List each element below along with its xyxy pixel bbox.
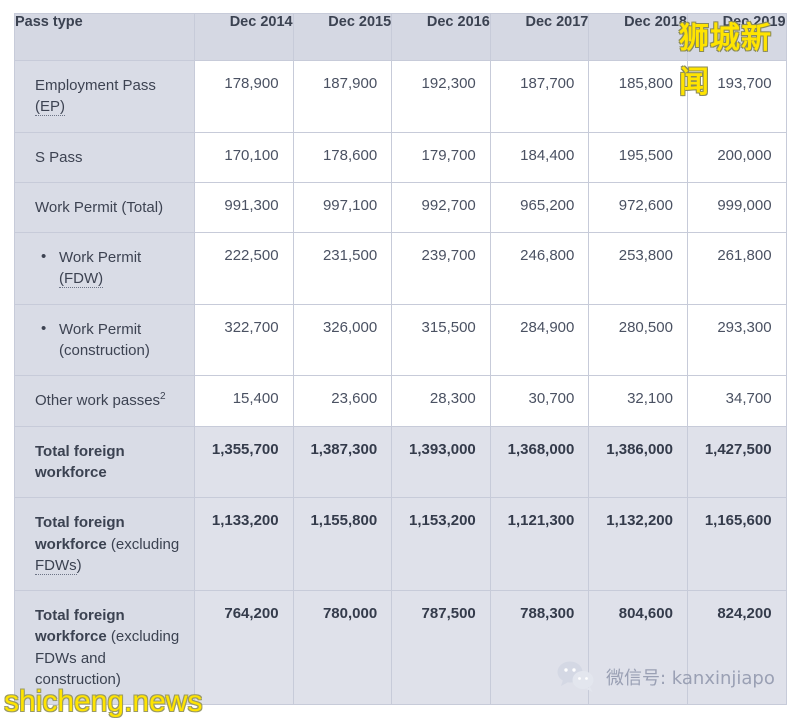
cell-value: 246,800 <box>490 233 589 305</box>
row-label: Total foreign workforce <box>15 426 195 498</box>
cell-value: 222,500 <box>195 233 294 305</box>
bullet-label: Work Permit (construction) <box>39 319 180 362</box>
table-body: Employment Pass (EP)178,900187,900192,30… <box>15 61 787 705</box>
cell-value: 253,800 <box>589 233 688 305</box>
cell-value: 999,000 <box>687 182 786 232</box>
cell-value: 997,100 <box>293 182 392 232</box>
row-label: Work Permit (FDW) <box>15 233 195 305</box>
cell-value: 170,100 <box>195 132 294 182</box>
row-label: S Pass <box>15 132 195 182</box>
cell-value: 804,600 <box>589 591 688 705</box>
column-header-y2019: Dec 2019 <box>687 14 786 61</box>
cell-value: 187,900 <box>293 61 392 133</box>
cell-value: 185,800 <box>589 61 688 133</box>
column-header-y2018: Dec 2018 <box>589 14 688 61</box>
cell-value: 200,000 <box>687 132 786 182</box>
column-header-y2015: Dec 2015 <box>293 14 392 61</box>
cell-value: 1,368,000 <box>490 426 589 498</box>
cell-value: 1,153,200 <box>392 498 491 591</box>
column-header-y2016: Dec 2016 <box>392 14 491 61</box>
cell-value: 1,121,300 <box>490 498 589 591</box>
cell-value: 764,200 <box>195 591 294 705</box>
row-label: Work Permit (Total) <box>15 182 195 232</box>
column-header-pass-type: Pass type <box>15 14 195 61</box>
cell-value: 326,000 <box>293 304 392 376</box>
cell-value: 1,387,300 <box>293 426 392 498</box>
cell-value: 1,155,800 <box>293 498 392 591</box>
row-label: Total foreign workforce (excluding FDWs) <box>15 498 195 591</box>
cell-value: 965,200 <box>490 182 589 232</box>
table-row: Total foreign workforce1,355,7001,387,30… <box>15 426 787 498</box>
cell-value: 1,393,000 <box>392 426 491 498</box>
cell-value: 280,500 <box>589 304 688 376</box>
table-row: Total foreign workforce (excluding FDWs)… <box>15 498 787 591</box>
bullet-label: Work Permit (FDW) <box>39 247 180 290</box>
row-label: Total foreign workforce (excluding FDWs … <box>15 591 195 705</box>
cell-value: 972,600 <box>589 182 688 232</box>
cell-value: 178,900 <box>195 61 294 133</box>
cell-value: 1,133,200 <box>195 498 294 591</box>
cell-value: 322,700 <box>195 304 294 376</box>
row-label: Other work passes2 <box>15 376 195 426</box>
cell-value: 178,600 <box>293 132 392 182</box>
cell-value: 23,600 <box>293 376 392 426</box>
table-header-row: Pass typeDec 2014Dec 2015Dec 2016Dec 201… <box>15 14 787 61</box>
cell-value: 1,165,600 <box>687 498 786 591</box>
cell-value: 1,427,500 <box>687 426 786 498</box>
column-header-y2017: Dec 2017 <box>490 14 589 61</box>
cell-value: 261,800 <box>687 233 786 305</box>
cell-value: 1,132,200 <box>589 498 688 591</box>
cell-value: 780,000 <box>293 591 392 705</box>
cell-value: 15,400 <box>195 376 294 426</box>
cell-value: 284,900 <box>490 304 589 376</box>
cell-value: 992,700 <box>392 182 491 232</box>
foreign-workforce-table-wrapper: Pass typeDec 2014Dec 2015Dec 2016Dec 201… <box>14 13 786 705</box>
cell-value: 193,700 <box>687 61 786 133</box>
cell-value: 787,500 <box>392 591 491 705</box>
cell-value: 32,100 <box>589 376 688 426</box>
row-label: Employment Pass (EP) <box>15 61 195 133</box>
cell-value: 991,300 <box>195 182 294 232</box>
cell-value: 30,700 <box>490 376 589 426</box>
cell-value: 824,200 <box>687 591 786 705</box>
cell-value: 293,300 <box>687 304 786 376</box>
cell-value: 187,700 <box>490 61 589 133</box>
cell-value: 34,700 <box>687 376 786 426</box>
cell-value: 179,700 <box>392 132 491 182</box>
cell-value: 28,300 <box>392 376 491 426</box>
cell-value: 788,300 <box>490 591 589 705</box>
cell-value: 239,700 <box>392 233 491 305</box>
table-row: Employment Pass (EP)178,900187,900192,30… <box>15 61 787 133</box>
table-row: Work Permit (Total)991,300997,100992,700… <box>15 182 787 232</box>
table-row: Other work passes215,40023,60028,30030,7… <box>15 376 787 426</box>
cell-value: 1,355,700 <box>195 426 294 498</box>
foreign-workforce-table: Pass typeDec 2014Dec 2015Dec 2016Dec 201… <box>14 13 787 705</box>
cell-value: 315,500 <box>392 304 491 376</box>
cell-value: 192,300 <box>392 61 491 133</box>
page-root: Pass typeDec 2014Dec 2015Dec 2016Dec 201… <box>0 0 800 720</box>
cell-value: 184,400 <box>490 132 589 182</box>
cell-value: 195,500 <box>589 132 688 182</box>
cell-value: 231,500 <box>293 233 392 305</box>
table-row: Work Permit (construction) 322,700326,000… <box>15 304 787 376</box>
table-row: S Pass170,100178,600179,700184,400195,50… <box>15 132 787 182</box>
table-header: Pass typeDec 2014Dec 2015Dec 2016Dec 201… <box>15 14 787 61</box>
cell-value: 1,386,000 <box>589 426 688 498</box>
table-row: Total foreign workforce (excluding FDWs … <box>15 591 787 705</box>
table-row: Work Permit (FDW) 222,500231,500239,70024… <box>15 233 787 305</box>
row-label: Work Permit (construction) <box>15 304 195 376</box>
column-header-y2014: Dec 2014 <box>195 14 294 61</box>
